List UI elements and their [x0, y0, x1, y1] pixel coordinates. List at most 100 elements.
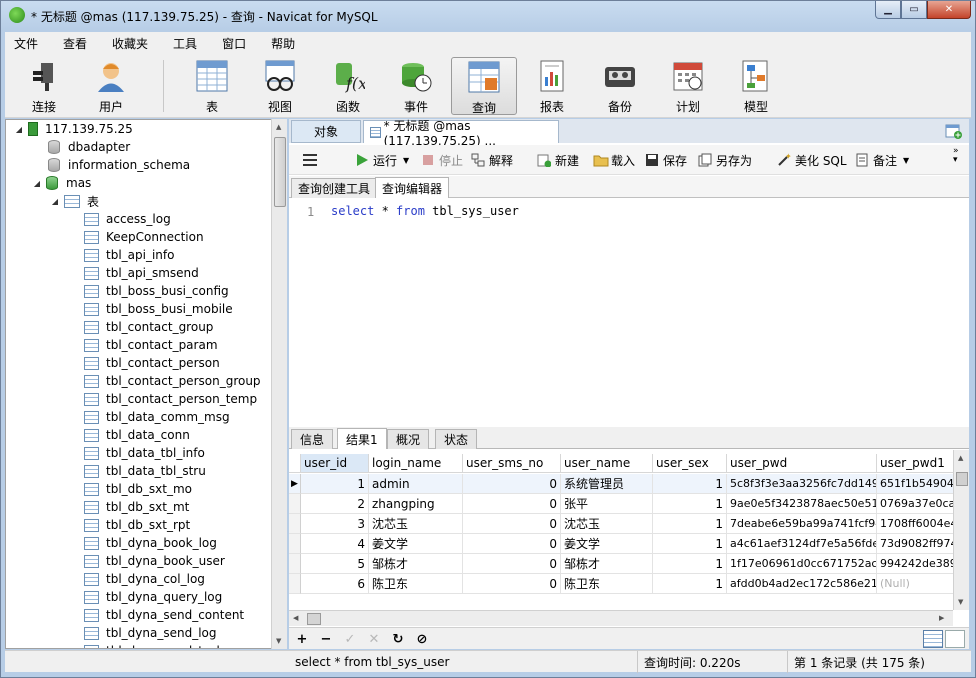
menu-view[interactable]: 查看	[54, 35, 96, 52]
collapse-icon[interactable]: ◢	[14, 125, 24, 134]
table-row[interactable]: 2zhangping0张平19ae0e5f3423878aec50e517120…	[289, 494, 953, 514]
menu-window[interactable]: 窗口	[213, 35, 255, 52]
column-header[interactable]: user_sex	[653, 454, 727, 473]
table-cell[interactable]: 1	[653, 474, 727, 494]
report-button[interactable]: 报表	[519, 57, 585, 115]
row-marker[interactable]	[289, 534, 301, 554]
tree-table-item[interactable]: tbl_dyna_send_log	[84, 624, 216, 642]
tree-table-item[interactable]: tbl_dyna_book_user	[84, 552, 225, 570]
table-cell[interactable]: 0	[463, 514, 561, 534]
user-button[interactable]: 用户	[78, 57, 144, 115]
query-button[interactable]: 查询	[451, 57, 517, 115]
stop-button[interactable]: 停止	[421, 151, 463, 169]
delete-record-icon[interactable]: −	[317, 631, 335, 647]
tree-table-item[interactable]: tbl_api_smsend	[84, 264, 199, 282]
table-cell[interactable]: 4	[301, 534, 369, 554]
row-marker[interactable]: ▶	[289, 474, 301, 494]
tree-table-item[interactable]: tbl_data_comm_msg	[84, 408, 230, 426]
table-cell[interactable]: 邹栋才	[561, 554, 653, 574]
column-header[interactable]: user_name	[561, 454, 653, 473]
table-cell[interactable]: 994242de3894	[877, 554, 953, 574]
tree-table-item[interactable]: KeepConnection	[84, 228, 204, 246]
tree-table-item[interactable]: tbl_db_sxt_rpt	[84, 516, 190, 534]
table-cell[interactable]: 1	[301, 474, 369, 494]
tree-table-item[interactable]: tbl_db_sxt_mt	[84, 498, 189, 516]
table-cell[interactable]: 0	[463, 474, 561, 494]
view-button[interactable]: 视图	[247, 57, 313, 115]
tree-table-item[interactable]: tbl_boss_busi_config	[84, 282, 229, 300]
row-marker[interactable]	[289, 554, 301, 574]
add-record-icon[interactable]: +	[293, 631, 311, 647]
tab-result1[interactable]: 结果1	[337, 428, 387, 449]
table-cell[interactable]: a4c61aef3124df7e5a56fdef87	[727, 534, 877, 554]
column-header[interactable]: login_name	[369, 454, 463, 473]
tab-info[interactable]: 信息	[291, 429, 334, 449]
row-marker[interactable]	[289, 574, 301, 594]
new-button[interactable]: 新建	[537, 151, 579, 169]
row-marker[interactable]	[289, 494, 301, 514]
comment-button[interactable]: 备注 ▼	[855, 151, 909, 169]
table-cell[interactable]: 沈芯玉	[369, 514, 463, 534]
tree-tables-folder[interactable]: ◢ 表	[50, 192, 99, 210]
table-cell[interactable]: 6	[301, 574, 369, 594]
collapse-icon[interactable]: ◢	[32, 179, 42, 188]
table-row[interactable]: ▶ 1 admin 0 系统管理员 1 5c8f3f3e3aa3256fc7dd14958 6…	[289, 474, 953, 494]
row-marker[interactable]	[289, 514, 301, 534]
column-header[interactable]: user_pwd	[727, 454, 877, 473]
table-cell[interactable]: 2	[301, 494, 369, 514]
table-cell[interactable]: 邹栋才	[369, 554, 463, 574]
table-cell[interactable]: 0	[463, 574, 561, 594]
menu-help[interactable]: 帮助	[262, 35, 304, 52]
tab-query-builder[interactable]: 查询创建工具	[291, 178, 378, 198]
tree-table-item[interactable]: tbl_boss_busi_mobile	[84, 300, 233, 318]
tree-table-item[interactable]: tbl_contact_person_temp	[84, 390, 257, 408]
tab-query[interactable]: * 无标题 @mas (117.139.75.25) ...	[363, 119, 559, 148]
table-row[interactable]: 6 陈卫东 0 陈卫东 1 afdd0b4ad2ec172c586e2150 (Null)	[289, 574, 953, 594]
scroll-thumb[interactable]	[307, 613, 321, 625]
schedule-button[interactable]: 计划	[655, 57, 721, 115]
table-cell[interactable]: 9ae0e5f3423878aec50e51712	[727, 494, 877, 514]
connect-button[interactable]: 连接	[11, 57, 77, 115]
table-cell[interactable]: 姜文学	[561, 534, 653, 554]
table-row[interactable]: 5邹栋才0邹栋才11f17e06961d0cc671752ac325994242…	[289, 554, 953, 574]
sql-editor[interactable]: 1 select * from tbl_sys_user	[289, 199, 969, 425]
tree-table-item[interactable]: tbl_dyna_query_log	[84, 588, 222, 606]
menu-favorites[interactable]: 收藏夹	[103, 35, 157, 52]
tree-table-item[interactable]: access_log	[84, 210, 171, 228]
table-row[interactable]: 3沈芯玉0沈芯玉17deabe6e59ba99a741fcf94951708ff…	[289, 514, 953, 534]
menu-file[interactable]: 文件	[5, 35, 47, 52]
table-cell[interactable]: 0769a37e0ca4(	[877, 494, 953, 514]
event-button[interactable]: 事件	[383, 57, 449, 115]
menu-icon[interactable]	[303, 151, 317, 169]
tree-database[interactable]: ◢ mas	[32, 174, 91, 192]
refresh-icon[interactable]: ↻	[389, 631, 407, 647]
backup-button[interactable]: 备份	[587, 57, 653, 115]
column-header[interactable]: user_pwd1	[877, 454, 953, 473]
grid-view-icon[interactable]	[923, 630, 943, 648]
stop-query-icon[interactable]: ⊘	[413, 631, 431, 647]
result-grid[interactable]: user_id login_name user_sms_no user_name use…	[289, 450, 953, 610]
tree-connection[interactable]: ◢ 117.139.75.25	[14, 120, 133, 138]
tree-table-item[interactable]: tbl_contact_param	[84, 336, 218, 354]
tab-objects[interactable]: 对象	[291, 120, 361, 143]
menu-tools[interactable]: 工具	[164, 35, 206, 52]
table-cell[interactable]: 陈卫东	[369, 574, 463, 594]
toolbar-overflow-icon[interactable]: » ▾	[953, 147, 959, 165]
minimize-button[interactable]: ▁	[875, 1, 901, 19]
tree-table-item[interactable]: tbl_contact_group	[84, 318, 213, 336]
tree-table-item[interactable]: tbl_data_conn	[84, 426, 190, 444]
tree-table-item[interactable]: tbl_data_tbl_stru	[84, 462, 206, 480]
tree-table-item[interactable]: tbl_dyna_send_content	[84, 606, 244, 624]
beautify-sql-button[interactable]: ✦ 美化 SQL	[777, 151, 847, 169]
discard-changes-icon[interactable]: ✕	[365, 631, 383, 647]
table-cell[interactable]: 1	[653, 534, 727, 554]
table-cell[interactable]: 1f17e06961d0cc671752ac325	[727, 554, 877, 574]
table-cell[interactable]: 651f1b54904a1	[877, 474, 953, 494]
form-view-icon[interactable]	[945, 630, 965, 648]
table-cell[interactable]: 73d9082ff974c	[877, 534, 953, 554]
table-cell[interactable]: 1	[653, 574, 727, 594]
scroll-thumb[interactable]	[274, 137, 286, 207]
tree-scrollbar[interactable]: ▲ ▼	[271, 119, 287, 649]
table-cell[interactable]: 1	[653, 554, 727, 574]
run-button[interactable]: 运行 ▼	[355, 151, 409, 169]
